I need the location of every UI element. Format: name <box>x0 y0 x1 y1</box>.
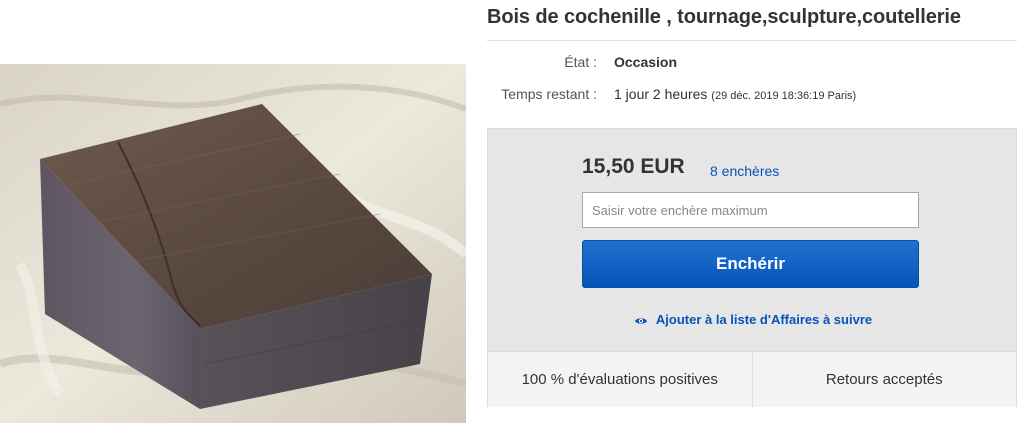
max-bid-input[interactable] <box>582 192 919 228</box>
time-left-value: 1 jour 2 heures (29 déc. 2019 18:36:19 P… <box>614 86 856 102</box>
bids-count-link[interactable]: 8 enchères <box>710 163 779 179</box>
current-price: 15,50 EUR <box>582 155 685 178</box>
title-divider <box>487 40 1017 41</box>
product-photo[interactable] <box>0 64 466 423</box>
wood-block-image <box>0 64 466 423</box>
returns-accepted: Retours acceptés <box>751 352 1017 407</box>
listing-title: Bois de cochenille , tournage,sculpture,… <box>487 6 961 28</box>
seller-info-footer: 100 % d'évaluations positives Retours ac… <box>488 351 1016 407</box>
time-left-duration: 1 jour 2 heures <box>614 86 708 102</box>
time-left-label: Temps restant : <box>501 86 597 102</box>
add-to-watchlist-link[interactable]: Ajouter à la liste d'Affaires à suivre <box>488 312 1018 329</box>
place-bid-button[interactable]: Enchérir <box>582 240 919 288</box>
positive-feedback: 100 % d'évaluations positives <box>521 371 718 388</box>
add-to-watchlist-label: Ajouter à la liste d'Affaires à suivre <box>655 312 873 327</box>
end-date-detail: (29 déc. 2019 18:36:19 Paris) <box>711 90 857 102</box>
condition-value: Occasion <box>614 54 678 70</box>
bid-panel: 15,50 EUR 8 enchères Enchérir Ajouter à … <box>487 128 1017 407</box>
eye-icon <box>634 314 648 329</box>
condition-label: État : <box>564 54 597 70</box>
product-image-area <box>0 0 470 423</box>
